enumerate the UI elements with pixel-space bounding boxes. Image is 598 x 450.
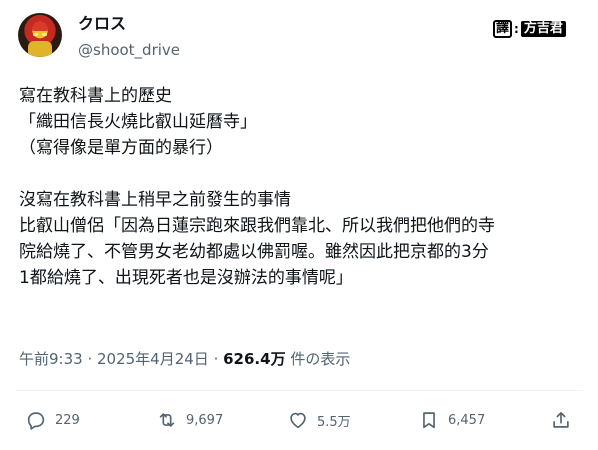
tweet-line: 寫在教科書上的歷史 [19,86,172,106]
translation-mark: 譯 [493,20,513,38]
reply-button[interactable]: 229 [25,408,80,432]
view-count[interactable]: 626.4万 [223,350,285,368]
bookmark-icon [423,412,435,429]
share-icon [553,412,569,428]
post-time[interactable]: 午前9:33 [19,350,83,368]
tweet-meta: 午前9:33 · 2025年4月24日 · 626.4万 件の表示 [19,349,350,369]
avatar[interactable] [18,13,62,57]
display-name[interactable]: クロス [78,14,126,34]
user-handle[interactable]: @shoot_drive [78,40,180,60]
share-button[interactable] [550,408,572,432]
avatar-eye-left [33,33,38,36]
avatar-eye-right [42,33,47,36]
tweet-line: 院給燒了、不管男女老幼都處以佛罰喔。雖然因此把京都的3分 [19,241,489,262]
meta-separator: · [208,350,224,368]
tweet-line: 沒寫在教科書上稍早之前發生的事情 [19,190,291,211]
tweet-line: 「織田信長火燒比叡山延曆寺」 [19,111,257,132]
badge-separator: : [514,22,519,36]
repost-icon [159,413,175,427]
repost-count: 9,697 [186,412,224,428]
bookmark-button[interactable]: 6,457 [418,408,485,432]
like-count: 5.5万 [317,414,351,430]
tweet-line: 比叡山僧侶「因為日蓮宗跑來跟我們靠北、所以我們把他們的寺 [19,216,495,237]
reply-icon [27,412,45,430]
avatar-helmet [32,21,48,31]
translator-badge: 譯 : 方吉君 [493,20,566,38]
tweet-line: 1都給燒了、出現死者也是沒辦法的事情呢」 [19,267,353,288]
view-count-suffix: 件の表示 [285,350,351,368]
tweet-line: （寫得像是單方面的暴行） [19,137,223,158]
like-icon [290,412,306,429]
post-date[interactable]: 2025年4月24日 [97,350,209,368]
bookmark-count: 6,457 [448,412,486,428]
avatar-body [28,41,52,57]
meta-separator: · [82,350,97,368]
divider [16,390,582,391]
like-button[interactable]: 5.5万 [287,408,351,432]
reply-count: 229 [55,412,80,428]
translator-name: 方吉君 [520,21,566,37]
repost-button[interactable]: 9,697 [156,408,223,432]
tweet-text: 寫在教科書上的歷史 「織田信長火燒比叡山延曆寺」 （寫得像是單方面的暴行） 沒寫… [19,84,584,292]
